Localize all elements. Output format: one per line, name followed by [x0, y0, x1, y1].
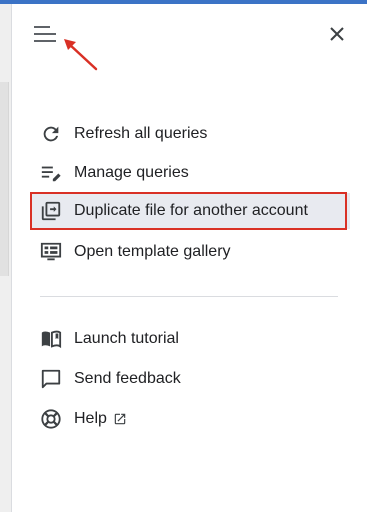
menu-item-label: Launch tutorial [74, 330, 179, 347]
menu-item-duplicate-file[interactable]: Duplicate file for another account [30, 193, 350, 229]
side-panel: Refresh all queries Manage queries Dupli… [11, 4, 367, 512]
annotation-arrow [60, 34, 102, 76]
menu-item-label: Manage queries [74, 164, 189, 181]
hamburger-menu-icon[interactable] [32, 22, 58, 46]
open-in-new-icon [113, 412, 127, 426]
menu-item-send-feedback[interactable]: Send feedback [30, 361, 350, 397]
background-sheet [0, 4, 11, 512]
menu-item-refresh-all-queries[interactable]: Refresh all queries [30, 116, 350, 152]
background-sheet-column [0, 82, 9, 276]
menu-item-label: Send feedback [74, 370, 181, 387]
feedback-icon [38, 366, 64, 392]
menu-item-help[interactable]: Help [30, 401, 350, 437]
menu-item-label: Duplicate file for another account [74, 202, 308, 219]
close-icon[interactable] [326, 23, 348, 45]
menu-item-manage-queries[interactable]: Manage queries [30, 155, 350, 191]
menu-item-label: Open template gallery [74, 243, 231, 260]
menu-item-label: Refresh all queries [74, 125, 208, 142]
manage-queries-icon [38, 160, 64, 186]
help-lifebuoy-icon [38, 406, 64, 432]
duplicate-file-icon [38, 198, 64, 224]
menu-item-open-template-gallery[interactable]: Open template gallery [30, 234, 350, 270]
menu-item-launch-tutorial[interactable]: Launch tutorial [30, 321, 350, 357]
template-gallery-icon [38, 239, 64, 265]
menu-item-label: Help [74, 410, 107, 427]
book-icon [38, 326, 64, 352]
menu-divider [40, 296, 338, 297]
refresh-icon [38, 121, 64, 147]
